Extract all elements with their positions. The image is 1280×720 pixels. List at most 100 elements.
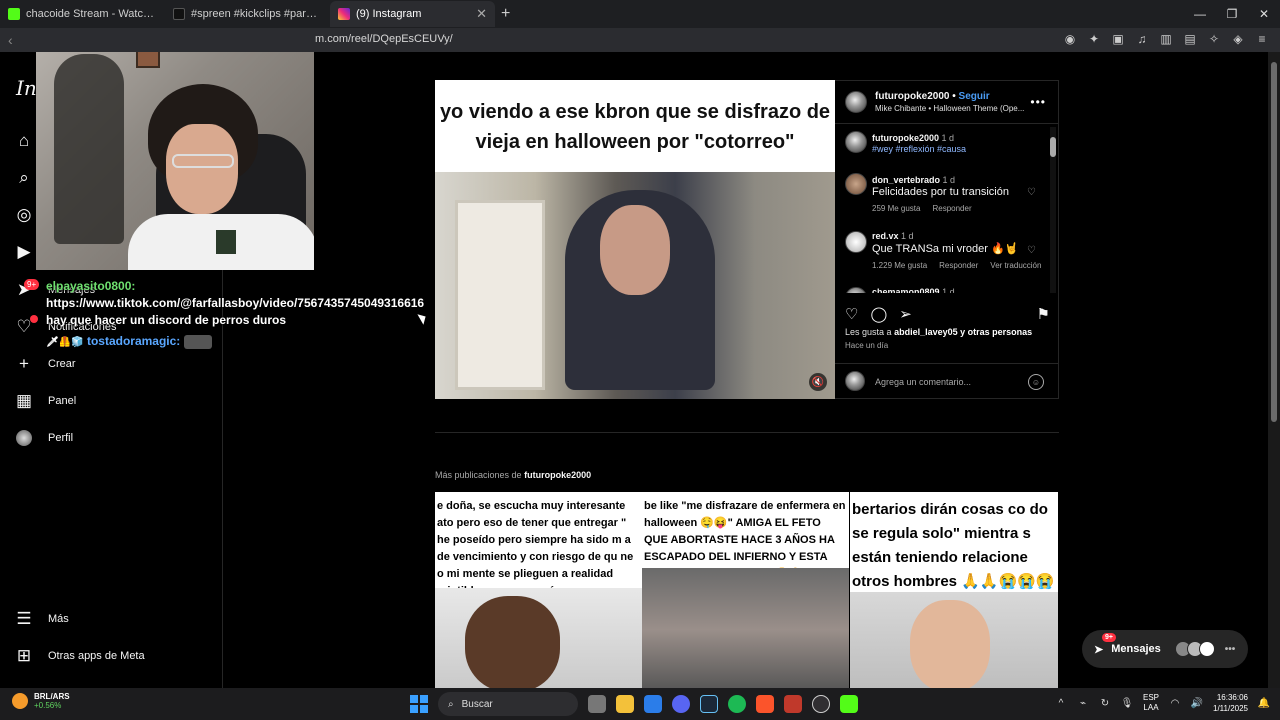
reply-button[interactable]: Responder — [939, 261, 978, 270]
like-comment-icon[interactable]: ♡ — [1027, 187, 1036, 198]
volume-icon[interactable]: 🔊 — [1191, 697, 1203, 709]
brave-icon[interactable] — [756, 695, 774, 713]
sync-icon[interactable]: ↻ — [1099, 697, 1111, 709]
song-info[interactable]: Mike Chibante • Halloween Theme (Ope... — [875, 104, 1025, 113]
share-icon[interactable]: ➢ — [899, 305, 912, 323]
comment-avatar[interactable] — [845, 231, 867, 253]
reply-button[interactable]: Responder — [932, 204, 971, 213]
notifications-icon[interactable]: 🔔 — [1258, 697, 1270, 709]
likes-suffix[interactable]: y otras personas — [960, 327, 1032, 337]
url-field[interactable]: m.com/reel/DQepEsCEUVy/ — [315, 33, 453, 45]
reel-video[interactable]: yo viendo a ese kbron que se disfrazo de… — [435, 80, 835, 399]
app-icon[interactable] — [784, 695, 802, 713]
sidebar-item-reels[interactable]: ▶ — [14, 240, 34, 264]
extensions-icon[interactable]: ✦ — [1086, 31, 1102, 47]
tab-instagram[interactable]: (9) Instagram ✕ — [330, 1, 495, 27]
comment-item: futuropoke2000 1 d #wey #reflexión #caus… — [872, 133, 1050, 154]
follow-button[interactable]: Seguir — [959, 91, 990, 102]
author-line: futuropoke2000 • Seguir — [875, 91, 990, 102]
network-icon[interactable]: ⌁ — [1077, 697, 1089, 709]
comment-avatar[interactable] — [845, 173, 867, 195]
mute-icon[interactable]: 🔇 — [809, 373, 827, 391]
close-tab-icon[interactable]: ✕ — [476, 6, 487, 22]
post-thumbnail[interactable]: bertarios dirán cosas co do se regula so… — [850, 492, 1058, 688]
home-icon: ⌂ — [18, 131, 30, 150]
windows-start-icon[interactable] — [410, 695, 428, 713]
stock-widget[interactable]: BRL/ARS +0.56% — [12, 692, 70, 710]
messages-pill[interactable]: ➤ 9+ Mensajes ••• — [1082, 630, 1248, 668]
restore-icon[interactable]: ❐ — [1216, 0, 1248, 28]
instagram-icon — [338, 8, 350, 20]
close-window-icon[interactable]: ✕ — [1248, 0, 1280, 28]
sidebar-item-more[interactable]: ☰ Más — [14, 607, 68, 631]
sidebar-item-label: Otras apps de Meta — [48, 650, 145, 662]
comment-username[interactable]: don_vertebrado — [872, 175, 940, 185]
author-avatar[interactable] — [845, 91, 867, 113]
chat-message: 🗡🦺🧊 tostadoramagic: — [46, 333, 316, 351]
mic-icon[interactable]: 🎙 — [1121, 697, 1134, 709]
comment-time: 1 d — [942, 175, 956, 185]
emoji-icon[interactable]: ☺ — [1028, 374, 1044, 390]
taskbar-search[interactable]: ⌕ Buscar — [438, 692, 578, 716]
sidebar-item-create[interactable]: + Crear — [14, 352, 75, 376]
tray-chevron-icon[interactable]: ^ — [1055, 697, 1067, 709]
comment-username[interactable]: chemamon0809 — [872, 287, 940, 293]
reels-icon: ▶ — [17, 242, 31, 261]
sidebar-item-meta-apps[interactable]: ⊞ Otras apps de Meta — [14, 644, 145, 668]
search-icon: ⌕ — [19, 168, 29, 187]
more-posts-user[interactable]: futuropoke2000 — [524, 470, 591, 480]
lang-line-1: ESP — [1142, 693, 1159, 702]
new-tab-icon[interactable]: + — [501, 5, 510, 23]
task-view-icon[interactable] — [588, 695, 606, 713]
tab-tiktok[interactable]: #spreen #kickclips #parati #stream # — [165, 1, 330, 27]
clock-date: 1/11/2025 — [1213, 704, 1248, 713]
like-icon[interactable]: ♡ — [845, 305, 858, 323]
menu-icon[interactable]: ≡ — [1254, 31, 1270, 47]
wifi-icon[interactable]: ◠ — [1169, 697, 1181, 709]
comment-username[interactable]: futuropoke2000 — [872, 133, 939, 143]
file-explorer-icon[interactable] — [616, 695, 634, 713]
bookmark-icon[interactable]: ⚑ — [1037, 305, 1050, 323]
comment-input[interactable]: Agrega un comentario... — [875, 377, 971, 387]
sidebar-icon[interactable]: ▥ — [1158, 31, 1174, 47]
discord-icon[interactable] — [672, 695, 690, 713]
steam-icon[interactable] — [700, 695, 718, 713]
like-comment-icon[interactable]: ♡ — [1027, 245, 1036, 256]
comment-avatar[interactable] — [845, 131, 867, 153]
windows-taskbar: BRL/ARS +0.56% ⌕ Buscar ^ ⌁ ↻ 🎙 ESP LAA … — [0, 688, 1280, 720]
sidebar-item-search[interactable]: ⌕ — [14, 166, 34, 190]
sidebar-item-home[interactable]: ⌂ — [14, 129, 34, 153]
comments-scrollbar[interactable] — [1050, 127, 1056, 293]
sidebar-item-explore[interactable]: ◎ — [14, 203, 34, 227]
comment-avatar[interactable] — [845, 287, 867, 293]
post-thumbnail[interactable]: e doña, se escucha muy interesante ato p… — [435, 492, 642, 688]
screenshot-icon[interactable]: ▣ — [1110, 31, 1126, 47]
minimize-icon[interactable]: — — [1184, 0, 1216, 28]
obs-icon[interactable] — [812, 695, 830, 713]
instagram-page: Ins ⌂ ⌕ ◎ ▶ ➤ Mensajes 9+ ♡ Notificacion… — [0, 52, 1268, 688]
music-icon[interactable]: ♫ — [1134, 31, 1150, 47]
kick-icon[interactable] — [840, 695, 858, 713]
stock-name: BRL/ARS — [34, 692, 70, 701]
author-username[interactable]: futuropoke2000 — [875, 91, 949, 102]
wallet-icon[interactable]: ▤ — [1182, 31, 1198, 47]
page-scrollbar[interactable] — [1268, 52, 1280, 688]
language-indicator[interactable]: ESP LAA — [1143, 693, 1159, 713]
back-icon[interactable]: ‹ — [8, 32, 13, 48]
comment-icon[interactable]: ◯ — [870, 305, 887, 323]
bing-icon[interactable] — [644, 695, 662, 713]
comment-username[interactable]: red.vx — [872, 231, 899, 241]
clock[interactable]: 16:36:06 1/11/2025 — [1213, 692, 1248, 714]
translate-button[interactable]: Ver traducción — [990, 261, 1041, 270]
tab-kick[interactable]: chacoide Stream - Watch Live on — [0, 1, 165, 27]
post-thumbnail[interactable]: be like "me disfrazare de enfermera en h… — [642, 492, 849, 688]
sidebar-item-panel[interactable]: ▦ Panel — [14, 389, 76, 413]
vpn-icon[interactable]: ◈ — [1230, 31, 1246, 47]
comment-hashtags[interactable]: #wey #reflexión #causa — [872, 144, 1050, 154]
sidebar-item-profile[interactable]: Perfil — [14, 426, 73, 450]
speaker-icon[interactable]: ◉ — [1062, 31, 1078, 47]
more-options-icon[interactable]: ••• — [1030, 95, 1046, 109]
spotify-icon[interactable] — [728, 695, 746, 713]
leo-icon[interactable]: ✧ — [1206, 31, 1222, 47]
likes-user[interactable]: abdiel_lavey05 — [894, 327, 958, 337]
